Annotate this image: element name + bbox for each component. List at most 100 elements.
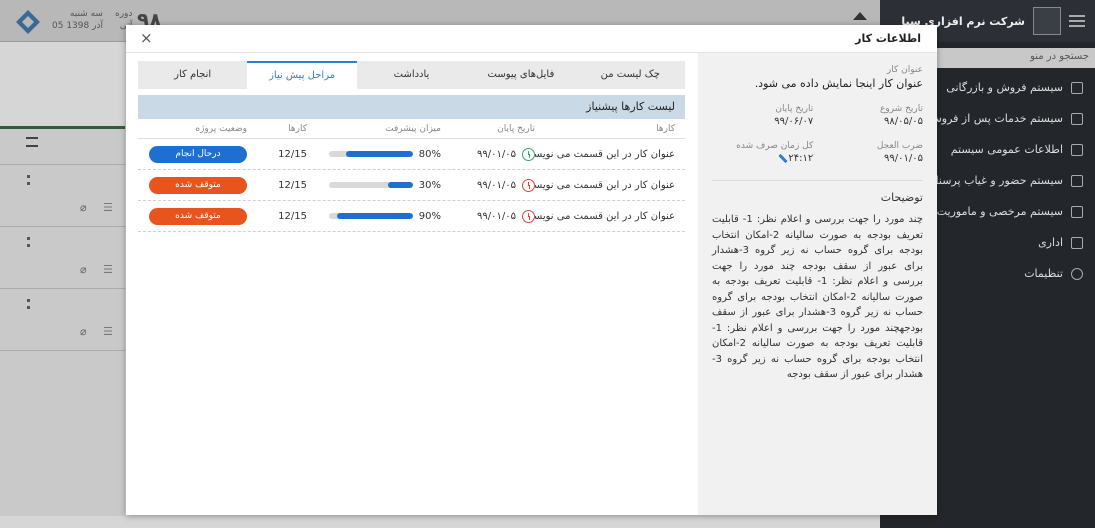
column-header[interactable]: میزان پیشرفت [315,124,445,134]
sidebar-item-label: اطلاعات عمومی سیستم [950,143,1063,156]
clock-icon [522,178,535,192]
task-count: 12/15 [278,210,307,222]
pencil-icon[interactable] [778,153,789,163]
task-title[interactable]: عنوان کار در این قسمت می نویسیم [535,211,685,222]
progress-cell: 30% [315,180,445,191]
attachment-icon[interactable]: ⌀ [80,325,87,338]
modal-title: اطلاعات کار [855,32,921,45]
list-title: لیست کارها پیشنیاز [138,95,685,119]
list-icon[interactable]: ☰ [103,263,113,276]
deadline-label: ضرب العجل [876,141,923,151]
task-count: 12/15 [278,148,307,160]
table-header: کارها تاریخ پایان میزان پیشرفت کارها وضعیت پ… [138,119,685,139]
sidebar-item-label: سیستم مرخصی و ماموریت [936,205,1063,218]
column-header[interactable]: کارها [255,124,315,134]
divider [712,180,923,181]
clock-icon [522,209,535,223]
attachment-icon[interactable]: ⌀ [80,201,87,214]
end-date: ۹۹/۰۱/۰۵ [477,210,516,222]
end-date-label: تاریخ پایان [775,104,814,114]
chat-icon [1071,112,1083,125]
list-icon[interactable]: ☰ [103,201,113,214]
start-date-value: ۹۸/۰۵/۰۵ [884,116,923,127]
attachment-icon[interactable]: ⌀ [80,263,87,276]
progress-percent: 80% [418,148,441,160]
company-logo [1033,7,1061,35]
current-date: سه شنبه 05 آذر 1398 [52,9,103,31]
progress-percent: 90% [418,210,441,222]
task-info-pane: عنوان کار عنوان کار اینجا نمایش داده می … [698,53,937,515]
progress-bar [328,213,413,219]
time-spent-row: ۲۴:۱۲ [712,153,813,164]
chat-icon [1071,143,1083,156]
progress-bar [328,151,413,157]
column-header[interactable]: وضعیت پروژه [138,124,255,134]
description-text: چند مورد را جهت بررسی و اعلام نظر: 1- قا… [712,214,923,380]
table-row[interactable]: عنوان کار در این قسمت می نویسیم ۹۹/۰۱/۰۵ 3… [138,170,685,201]
progress-bar [328,182,413,188]
progress-cell: 80% [315,149,445,160]
column-header[interactable]: تاریخ پایان [445,124,535,134]
filter-icon[interactable] [26,137,38,147]
end-date: ۹۹/۰۱/۰۵ [477,179,516,191]
time-spent-value: ۲۴:۱۲ [788,153,814,164]
sidebar-item-label: سیستم فروش و بازرگانی [946,81,1063,94]
sidebar-item-label: سیستم خدمات پس از فروش [928,112,1063,125]
list-icon[interactable]: ☰ [103,325,113,338]
task-count: 12/15 [278,179,307,191]
tab[interactable]: فایل‌های پیوست [466,61,575,89]
table-body: عنوان کار در این قسمت می نویسیم ۹۹/۰۱/۰۵ 8… [138,139,685,232]
start-date-label: تاریخ شروع [880,104,923,114]
progress-fill [345,151,413,157]
sidebar-item-label: اداری [1038,236,1063,249]
task-title-value: عنوان کار اینجا نمایش داده می شود. [754,77,923,90]
end-date-cell: ۹۹/۰۱/۰۵ [445,147,535,161]
status-cell: متوقف شده [138,176,255,194]
clock-icon [522,147,535,161]
tab[interactable]: انجام کار [138,61,247,89]
mail-icon [1071,236,1083,249]
background-task-panel: ⌀ ☰ ⌀ ☰ ⌀ ☰ [0,126,125,516]
tab[interactable]: مراحل پیش نیاز [247,61,357,89]
doc-icon [1071,81,1083,94]
chat-icon [1071,205,1083,218]
deadline-value: ۹۹/۰۱/۰۵ [884,153,923,164]
status-badge[interactable]: درحال انجام [149,145,247,163]
status-cell: درحال انجام [138,145,255,163]
column-header[interactable]: کارها [535,124,685,134]
time-spent-label: کل زمان صرف شده [736,141,814,151]
status-badge[interactable]: متوقف شده [149,176,247,194]
task-tabs: چک لیست من فایل‌های پیوست یادداشت مراحل پیش… [138,61,685,89]
caret-up-icon[interactable] [853,12,867,20]
description-label: توضیحات [880,191,923,204]
tab[interactable]: چک لیست من [576,61,685,89]
more-icon[interactable] [27,175,30,185]
hamburger-menu-icon[interactable] [1069,15,1085,27]
progress-fill [387,182,413,188]
table-row[interactable]: عنوان کار در این قسمت می نویسیم ۹۹/۰۱/۰۵ 8… [138,139,685,170]
more-icon[interactable] [27,237,30,247]
status-cell: متوقف شده [138,207,255,225]
modal-header: اطلاعات کار × [126,25,937,53]
task-info-modal: اطلاعات کار × عنوان کار عنوان کار اینجا … [126,25,937,515]
close-icon[interactable]: × [140,29,153,47]
task-title-label: عنوان کار [886,65,923,75]
app-logo-icon [16,10,40,34]
tab[interactable]: یادداشت [357,61,466,89]
gear-icon [1071,267,1083,280]
end-date-value: ۹۹/۰۶/۰۷ [774,116,814,127]
status-badge[interactable]: متوقف شده [149,207,247,225]
end-date-cell: ۹۹/۰۱/۰۵ [445,209,535,223]
prerequisite-task-list: لیست کارها پیشنیاز کارها تاریخ پایان میزان… [138,95,685,232]
sidebar-item-label: سیستم حضور و غیاب پرسنل [930,174,1063,187]
more-icon[interactable] [27,299,30,309]
end-date-cell: ۹۹/۰۱/۰۵ [445,178,535,192]
end-date: ۹۹/۰۱/۰۵ [477,148,516,160]
progress-cell: 90% [315,211,445,222]
progress-fill [337,213,413,219]
task-title[interactable]: عنوان کار در این قسمت می نویسیم [535,180,685,191]
chat-icon [1071,174,1083,187]
table-row[interactable]: عنوان کار در این قسمت می نویسیم ۹۹/۰۱/۰۵ 9… [138,201,685,232]
task-title[interactable]: عنوان کار در این قسمت می نویسیم [535,149,685,160]
sidebar-item-label: تنظیمات [1024,267,1063,280]
